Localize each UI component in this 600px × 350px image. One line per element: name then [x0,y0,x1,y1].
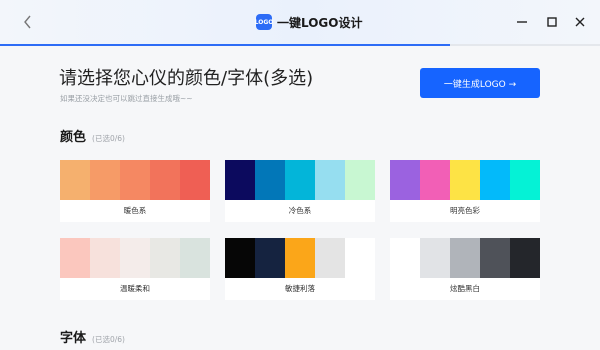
color-swatch [285,238,315,278]
color-swatch [315,238,345,278]
color-swatch [255,238,285,278]
color-swatch [510,160,540,200]
color-selected-count: (已选0/6) [92,134,125,143]
color-swatch [345,238,375,278]
close-icon[interactable] [571,13,589,31]
color-swatch [150,238,180,278]
font-section-title: 字体 [60,331,87,346]
palette-swatches [390,160,540,200]
app-logo-icon: LOGO [255,14,273,30]
maximize-icon[interactable] [543,13,561,31]
color-swatch [480,160,510,200]
palette-swatches [225,160,375,200]
color-swatch [150,160,180,200]
color-swatch [390,160,420,200]
color-swatch [90,160,120,200]
page-title: 请选择您心仪的颜色/字体(多选) [59,68,314,89]
font-section-heading: 字体 (已选0/6) [60,327,125,346]
color-swatch [180,238,210,278]
color-swatch [225,160,255,200]
color-swatch [225,238,255,278]
color-swatch [120,160,150,200]
app-title: LOGO 一键LOGO设计 [255,12,363,32]
color-swatch [90,238,120,278]
minimize-icon[interactable] [513,13,531,31]
app-window: LOGO 一键LOGO设计 请选择您心仪的颜色/字体(多选) 如果还没决定也可以… [0,0,600,350]
page-subtitle: 如果还没决定也可以跳过直接生成哦~~ [60,94,193,103]
palette-swatches [60,238,210,278]
palette-label: 冷色系 [288,206,312,215]
palette-card[interactable]: 冷色系 [225,160,375,222]
color-swatch [420,160,450,200]
color-swatch [390,238,420,278]
color-swatch [315,160,345,200]
color-swatch [285,160,315,200]
palette-card[interactable]: 敏捷利落 [225,238,375,300]
palette-swatches [390,238,540,278]
palette-label: 敏捷利落 [285,284,315,293]
color-swatch [450,238,480,278]
color-swatch [480,238,510,278]
palette-card[interactable]: 炫酷黑白 [390,238,540,300]
color-swatch [420,238,450,278]
progress-fill [0,44,450,46]
color-swatch [450,160,480,200]
color-swatch [60,160,90,200]
palette-label: 温暖柔和 [120,284,150,293]
step-progress-bar [0,44,600,46]
color-swatch [345,160,375,200]
palette-card[interactable]: 明亮色彩 [390,160,540,222]
color-section-title: 颜色 [60,130,87,145]
color-swatch [510,238,540,278]
chevron-left-icon[interactable] [18,12,38,32]
palette-swatches [225,238,375,278]
title-bar: LOGO 一键LOGO设计 [0,0,600,44]
color-swatch [255,160,285,200]
palette-label: 暖色系 [123,206,147,215]
color-section-heading: 颜色 (已选0/6) [60,126,125,145]
palette-label: 炫酷黑白 [450,284,480,293]
font-selected-count: (已选0/6) [92,335,125,344]
palette-label: 明亮色彩 [450,206,480,215]
palette-card[interactable]: 暖色系 [60,160,210,222]
color-swatch [180,160,210,200]
generate-logo-button[interactable]: 一键生成LOGO → [420,68,540,98]
palette-swatches [60,160,210,200]
app-title-text: 一键LOGO设计 [277,15,363,30]
color-swatch [60,238,90,278]
palette-card[interactable]: 温暖柔和 [60,238,210,300]
color-swatch [120,238,150,278]
